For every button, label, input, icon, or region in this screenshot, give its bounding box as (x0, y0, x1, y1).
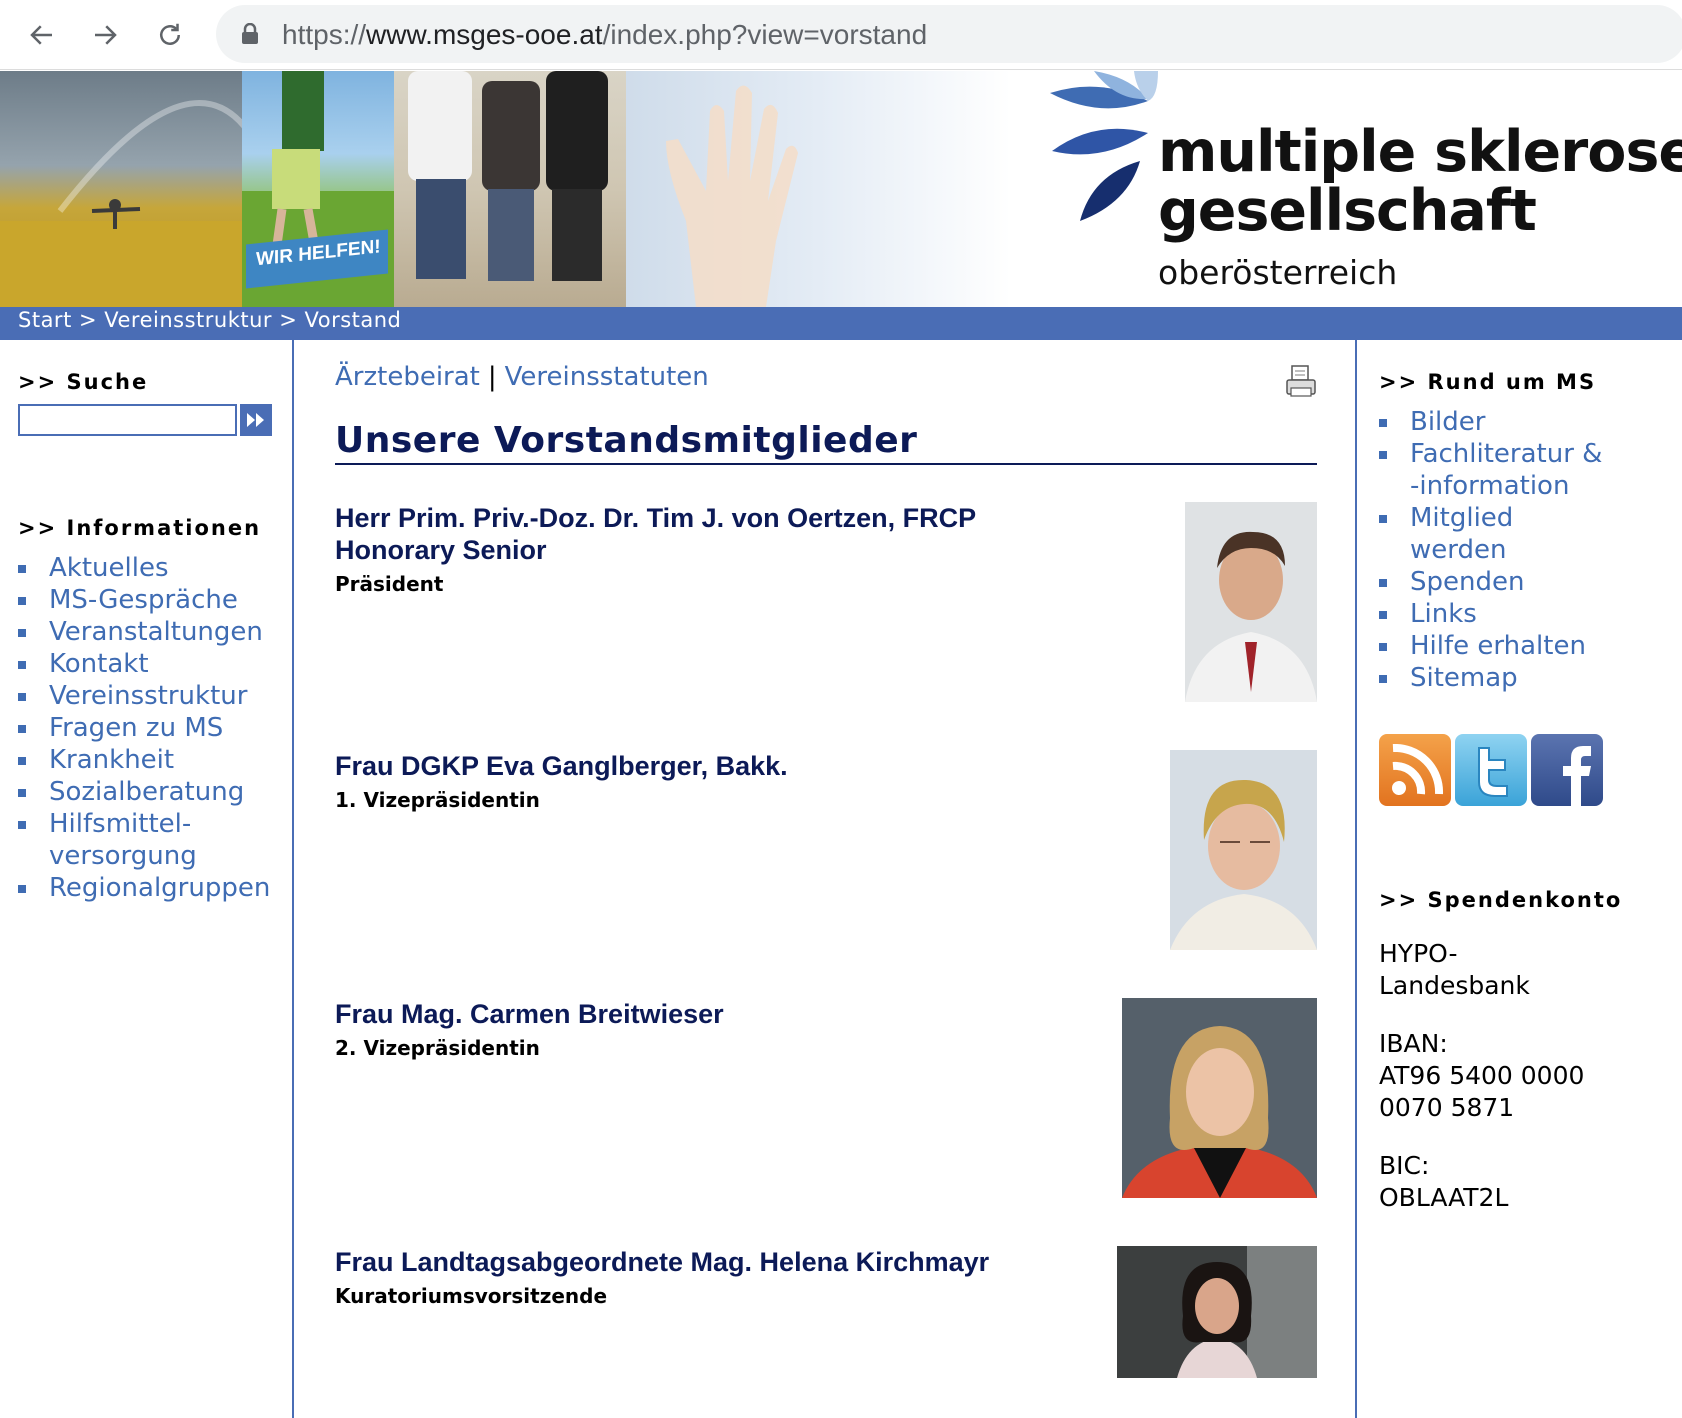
portrait-man-image (1185, 502, 1317, 702)
bic-value: OBLAAT2L (1379, 1183, 1509, 1212)
nav-item-bilder[interactable]: Bilder (1379, 406, 1669, 438)
twitter-button[interactable] (1455, 734, 1527, 806)
nav-item-spenden[interactable]: Spenden (1379, 566, 1669, 598)
portrait-woman-image (1170, 750, 1317, 950)
left-divider (292, 340, 294, 1418)
member-role: Präsident (335, 572, 444, 596)
nav-item-vereinsstruktur[interactable]: Vereinsstruktur (18, 680, 280, 712)
search-title: >> Suche (18, 370, 149, 394)
rund-um-ms-nav: Bilder Fachliteratur & -information Mitg… (1379, 406, 1669, 694)
facebook-button[interactable] (1531, 734, 1603, 806)
rainbow-field-image (0, 100, 263, 307)
lock-icon (242, 23, 258, 44)
aerztebeirat-link[interactable]: Ärztebeirat (335, 362, 480, 392)
logo-line-1: multiple sklerose (1158, 119, 1682, 185)
banner-photo-hand (626, 71, 1011, 307)
forward-arrow-icon (95, 25, 117, 45)
right-divider (1355, 340, 1357, 1418)
print-icon[interactable] (1285, 364, 1317, 398)
nav-item-kontakt[interactable]: Kontakt (18, 648, 280, 680)
member-card: Frau Mag. Carmen Breitwieser 2. Vizepräs… (335, 998, 1317, 1198)
iban-value: AT96 5400 0000 0070 5871 (1379, 1061, 1585, 1122)
facebook-icon (1563, 746, 1591, 806)
nav-item-ms-gespraeche[interactable]: MS-Gespräche (18, 584, 280, 616)
member-card: Herr Prim. Priv.-Doz. Dr. Tim J. von Oer… (335, 502, 1317, 702)
forward-button[interactable] (83, 13, 127, 57)
nav-item-fragen-zu-ms[interactable]: Fragen zu MS (18, 712, 280, 744)
info-nav: Aktuelles MS-Gespräche Veranstaltungen K… (18, 552, 280, 904)
banner-photo-walkers (394, 71, 626, 307)
bank-name: HYPO- Landesbank (1379, 939, 1530, 1000)
logo-line-3: oberösterreich (1158, 253, 1398, 292)
back-arrow-icon (30, 25, 52, 45)
back-button[interactable] (20, 13, 64, 57)
nav-item-krankheit[interactable]: Krankheit (18, 744, 280, 776)
nav-item-fachliteratur[interactable]: Fachliteratur & -information (1379, 438, 1669, 502)
nav-item-regionalgruppen[interactable]: Regionalgruppen (18, 872, 280, 904)
nav-item-links[interactable]: Links (1379, 598, 1669, 630)
vereinsstatuten-link[interactable]: Vereinsstatuten (505, 362, 709, 392)
search-submit-button[interactable] (240, 404, 272, 436)
page-title: Unsere Vorstandsmitglieder (335, 420, 1317, 465)
breadcrumb[interactable]: Start > Vereinsstruktur > Vorstand (0, 307, 1682, 340)
reload-icon (160, 23, 180, 45)
url-text: https://www.msges-ooe.at/index.php?view=… (282, 19, 928, 50)
link-separator: | (487, 362, 497, 392)
address-bar[interactable]: https://www.msges-ooe.at/index.php?view=… (216, 5, 1682, 63)
member-card: Frau DGKP Eva Ganglberger, Bakk. 1. Vize… (335, 750, 1317, 950)
bic-label: BIC: (1379, 1151, 1430, 1180)
member-photo (1122, 998, 1317, 1198)
info-title: >> Informationen (18, 516, 262, 540)
walking-people-image (408, 71, 608, 281)
nav-item-mitglied-werden[interactable]: Mitglied werden (1379, 502, 1669, 566)
header-banner: WIR HELFEN! multiple sklerose gesellscha… (0, 71, 1682, 307)
double-chevron-right-icon (247, 413, 264, 427)
portrait-woman-image (1122, 998, 1317, 1198)
member-photo (1117, 1246, 1317, 1378)
spendenkonto-title: >> Spendenkonto (1379, 888, 1623, 912)
raised-hand-image (666, 85, 798, 307)
member-name: Herr Prim. Priv.-Doz. Dr. Tim J. von Oer… (335, 503, 976, 565)
nav-item-veranstaltungen[interactable]: Veranstaltungen (18, 616, 280, 648)
browser-toolbar: https://www.msges-ooe.at/index.php?view=… (0, 0, 1682, 70)
member-card: Frau Landtagsabgeordnete Mag. Helena Kir… (335, 1246, 1317, 1378)
search-input[interactable] (18, 404, 237, 436)
rund-um-ms-title: >> Rund um MS (1379, 370, 1597, 394)
twitter-icon (1478, 747, 1508, 797)
banner-photo-field (0, 71, 263, 307)
rss-icon (1392, 743, 1444, 795)
nav-item-sozialberatung[interactable]: Sozialberatung (18, 776, 280, 808)
logo-line-2: gesellschaft (1158, 178, 1537, 244)
sub-links: Ärztebeirat | Vereinsstatuten (335, 362, 709, 392)
iban-label: IBAN: (1379, 1029, 1448, 1058)
nav-item-aktuelles[interactable]: Aktuelles (18, 552, 280, 584)
nav-item-hilfe-erhalten[interactable]: Hilfe erhalten (1379, 630, 1669, 662)
nav-item-sitemap[interactable]: Sitemap (1379, 662, 1669, 694)
reload-button[interactable] (148, 13, 192, 57)
nav-item-hilfsmittelversorgung[interactable]: Hilfsmittel- versorgung (18, 808, 280, 872)
rss-button[interactable] (1379, 734, 1451, 806)
portrait-woman-image (1117, 1246, 1317, 1378)
member-photo (1185, 502, 1317, 702)
member-photo (1170, 750, 1317, 950)
